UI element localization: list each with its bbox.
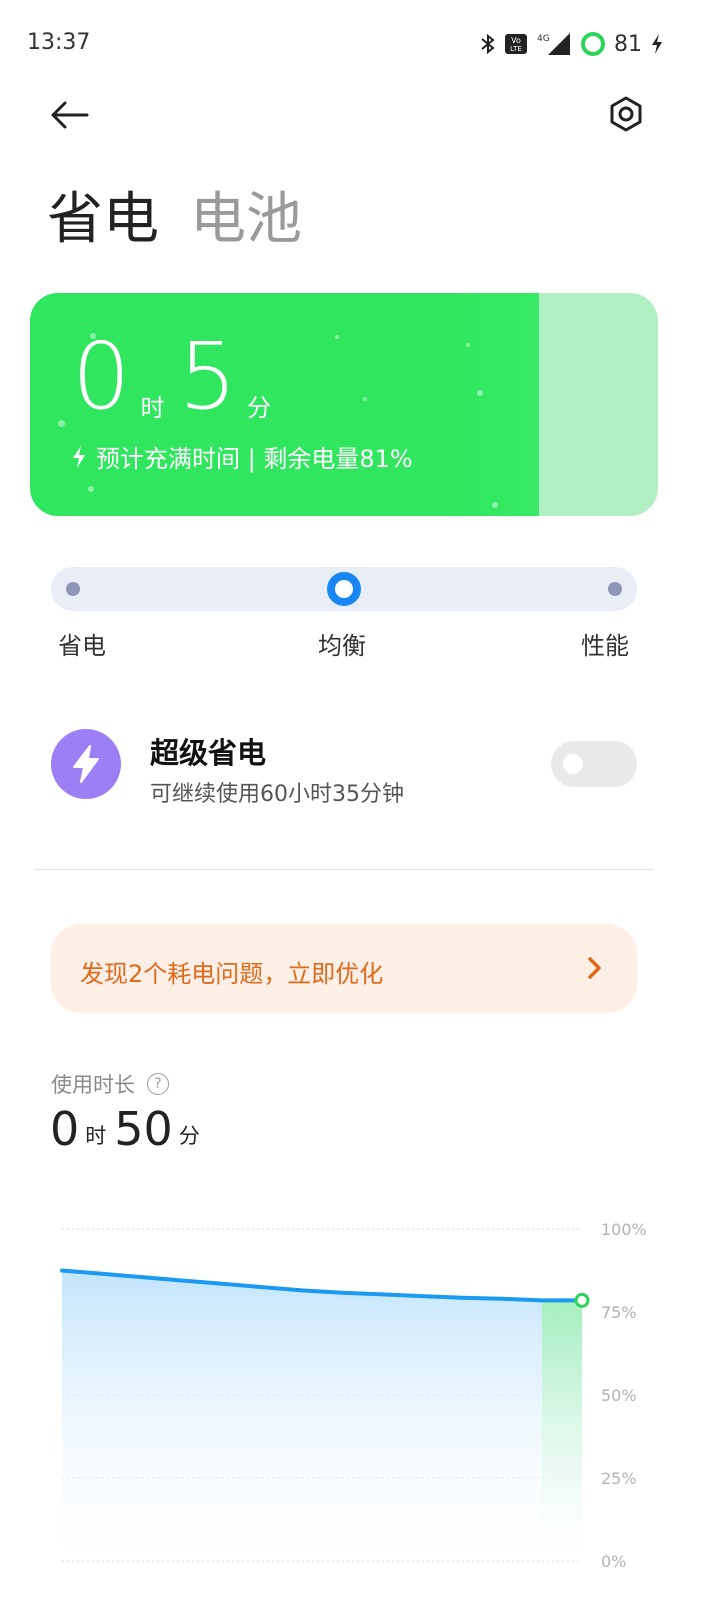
usage-label-text: 使用时长 [51, 1073, 135, 1097]
chart-y-tick-label: 25% [601, 1469, 637, 1488]
chart-y-tick-label: 75% [601, 1303, 637, 1322]
divider [34, 869, 654, 870]
tab-power-saving[interactable]: 省电 [47, 174, 159, 255]
mode-label-power-saving[interactable]: 省电 [58, 626, 106, 661]
settings-gear-icon [610, 96, 642, 132]
super-saver-icon [51, 729, 121, 799]
battery-level: 81 [614, 31, 642, 57]
super-saver-subtitle: 可继续使用60小时35分钟 [150, 782, 404, 807]
usage-minutes: 50 [114, 1102, 173, 1156]
optimize-issues-banner[interactable]: 发现2个耗电问题，立即优化 [51, 924, 637, 1013]
mode-stop-performance[interactable] [608, 582, 622, 596]
usage-duration-label: 使用时长 ? [51, 1069, 169, 1099]
usage-hours: 0 [50, 1102, 80, 1156]
back-button[interactable] [44, 92, 94, 138]
4g-signal-icon: 4G [536, 31, 572, 57]
chart-area [62, 1270, 582, 1561]
toggle-knob [563, 754, 583, 774]
charging-bolt-icon [650, 33, 664, 55]
chart-y-tick-label: 50% [601, 1386, 637, 1405]
chart-y-tick-label: 0% [601, 1552, 626, 1571]
chevron-right-icon [588, 957, 601, 979]
mode-stop-power-saving[interactable] [66, 582, 80, 596]
decor-dot [58, 420, 65, 427]
battery-card: 0 时 5 分 预计充满时间 | 剩余电量81% [30, 293, 658, 516]
chart-current-segment [542, 1300, 582, 1561]
battery-ring-icon [580, 31, 606, 57]
usage-hours-unit: 时 [85, 1124, 107, 1148]
chart-y-ticks: 100% 75% 50% 25% 0% [601, 1220, 647, 1571]
lightning-icon [73, 745, 99, 783]
decor-dot [466, 343, 470, 347]
charge-time: 0 时 5 分 [72, 331, 285, 423]
chart-y-tick-label: 100% [601, 1220, 647, 1239]
decor-dot [335, 335, 339, 339]
status-time: 13:37 [27, 30, 91, 55]
battery-level-chart: 100% 75% 50% 25% 0% [60, 1220, 647, 1571]
charge-minutes: 5 [178, 323, 238, 430]
mode-label-performance[interactable]: 性能 [581, 626, 629, 661]
decor-dot [477, 390, 483, 396]
charge-hours: 0 [72, 323, 131, 430]
back-arrow-icon [51, 101, 89, 129]
usage-duration-value: 0 时 50 分 [50, 1104, 208, 1154]
super-saver-title: 超级省电 [150, 736, 267, 770]
charge-subtitle-text: 预计充满时间 | 剩余电量81% [96, 445, 413, 473]
svg-text:4G: 4G [537, 34, 550, 44]
svg-text:LTE: LTE [510, 45, 522, 53]
status-icons: Vo LTE 4G 81 [480, 28, 664, 60]
help-icon[interactable]: ? [147, 1073, 169, 1095]
tab-battery[interactable]: 电池 [190, 174, 302, 255]
charge-minutes-unit: 分 [247, 394, 272, 422]
charge-subtitle: 预计充满时间 | 剩余电量81% [70, 439, 413, 474]
decor-dot [363, 397, 367, 401]
bluetooth-icon [480, 32, 496, 56]
performance-mode-slider[interactable] [51, 567, 637, 611]
mode-slider-knob[interactable] [327, 572, 361, 606]
charging-bolt-icon [73, 445, 85, 468]
mode-label-balanced[interactable]: 均衡 [318, 626, 366, 661]
charge-hours-unit: 时 [140, 394, 165, 422]
issues-text: 发现2个耗电问题，立即优化 [80, 960, 384, 988]
decor-dot [492, 502, 498, 508]
svg-text:Vo: Vo [511, 36, 521, 45]
chart-current-point [574, 1292, 590, 1308]
settings-button[interactable] [602, 90, 650, 138]
super-saver-toggle[interactable] [551, 741, 637, 787]
decor-dot [88, 486, 94, 492]
volte-icon: Vo LTE [504, 32, 528, 56]
usage-minutes-unit: 分 [178, 1124, 200, 1148]
